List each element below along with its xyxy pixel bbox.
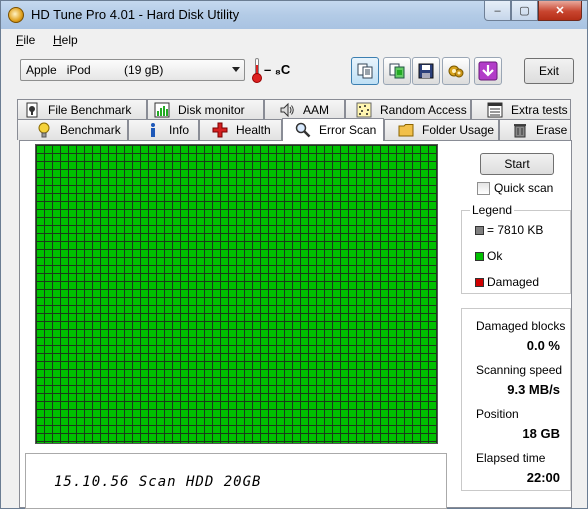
legend-title: Legend — [470, 203, 515, 217]
close-button[interactable]: ✕ — [538, 1, 582, 21]
options-icon — [448, 65, 464, 78]
tab-benchmark[interactable]: Benchmark — [17, 119, 128, 140]
tab-aam[interactable]: AAM — [264, 99, 345, 120]
position-value: 18 GB — [522, 426, 560, 441]
menu-bar: File Help — [2, 30, 586, 52]
quick-scan-label: Quick scan — [494, 181, 554, 195]
download-button[interactable] — [474, 57, 502, 85]
window-controls: – ▢ ✕ — [484, 1, 582, 21]
ok-swatch — [475, 251, 484, 261]
scan-note-text: 15.10.56 Scan HDD 20GB — [54, 474, 262, 490]
drive-select[interactable]: Apple iPod (19 gB) — [20, 59, 245, 81]
minimize-button[interactable]: – — [484, 1, 511, 21]
magnifier-icon — [295, 122, 311, 138]
info-icon — [145, 122, 161, 138]
toolbar: Apple iPod (19 gB) – ₈C Exit — [2, 52, 586, 92]
save-icon — [418, 63, 434, 79]
start-button[interactable]: Start — [480, 153, 554, 175]
title-bar[interactable]: HD Tune Pro 4.01 - Hard Disk Utility – ▢… — [1, 1, 587, 29]
lightbulb-icon — [36, 122, 52, 138]
drive-select-value: Apple iPod (19 gB) — [26, 63, 164, 77]
copy-info-button[interactable] — [351, 57, 379, 85]
options-button[interactable] — [442, 57, 470, 85]
folder-icon — [398, 122, 414, 138]
scanning-speed-label: Scanning speed — [476, 363, 563, 377]
tab-strip: File Benchmark Disk monitor AAM Random A… — [2, 97, 586, 141]
copy-info-icon — [357, 63, 373, 79]
unit-swatch — [475, 225, 484, 235]
elapsed-time-value: 22:00 — [526, 470, 560, 485]
tab-health[interactable]: Health — [199, 119, 282, 140]
file-benchmark-icon — [24, 102, 40, 118]
legend-unit: = 7810 KB — [475, 223, 543, 237]
damaged-swatch — [475, 277, 484, 287]
health-cross-icon — [212, 122, 228, 138]
tab-folder-usage[interactable]: Folder Usage — [384, 119, 499, 140]
legend-group: Legend = 7810 KB Ok Damaged — [461, 203, 571, 294]
copy-screenshot-button[interactable] — [383, 57, 411, 85]
scan-stats: Damaged blocks 0.0 % Scanning speed 9.3 … — [461, 308, 571, 491]
scan-block-map — [35, 144, 438, 444]
scanning-speed-value: 9.3 MB/s — [507, 382, 560, 397]
tab-disk-monitor[interactable]: Disk monitor — [147, 99, 264, 120]
exit-button[interactable]: Exit — [524, 58, 574, 84]
app-icon — [8, 7, 24, 23]
copy-screenshot-icon — [389, 63, 405, 79]
legend-ok: Ok — [475, 249, 502, 263]
disk-monitor-icon — [154, 102, 170, 118]
chevron-down-icon — [232, 67, 240, 72]
window-title: HD Tune Pro 4.01 - Hard Disk Utility — [31, 7, 240, 22]
download-icon — [478, 61, 498, 81]
tab-error-scan[interactable]: Error Scan — [282, 118, 384, 141]
trash-icon — [512, 122, 528, 138]
maximize-button[interactable]: ▢ — [511, 1, 538, 21]
quick-scan-checkbox[interactable]: Quick scan — [477, 181, 553, 195]
tab-erase[interactable]: Erase — [499, 119, 571, 140]
temperature-readout: – ₈C — [264, 62, 291, 77]
scan-note-area: 15.10.56 Scan HDD 20GB — [25, 453, 447, 509]
damaged-blocks-label: Damaged blocks — [476, 319, 566, 333]
legend-damaged: Damaged — [475, 275, 539, 289]
menu-help[interactable]: Help — [53, 33, 78, 47]
save-button[interactable] — [412, 57, 440, 85]
position-label: Position — [476, 407, 519, 421]
random-access-icon — [356, 102, 372, 118]
damaged-blocks-value: 0.0 % — [526, 338, 560, 353]
main-window: HD Tune Pro 4.01 - Hard Disk Utility – ▢… — [0, 0, 588, 509]
tab-file-benchmark[interactable]: File Benchmark — [17, 99, 147, 120]
tab-extra-tests[interactable]: Extra tests — [471, 99, 571, 120]
elapsed-time-label: Elapsed time — [476, 451, 546, 465]
thermometer-icon — [252, 58, 262, 83]
checkbox-icon[interactable] — [477, 181, 490, 195]
extra-tests-icon — [487, 102, 503, 118]
tab-info[interactable]: Info — [128, 119, 199, 140]
speaker-icon — [279, 102, 295, 118]
error-scan-panel: 15.10.56 Scan HDD 20GB Start Quick scan … — [19, 140, 572, 509]
tab-random-access[interactable]: Random Access — [345, 99, 471, 120]
menu-file[interactable]: File — [16, 33, 35, 47]
